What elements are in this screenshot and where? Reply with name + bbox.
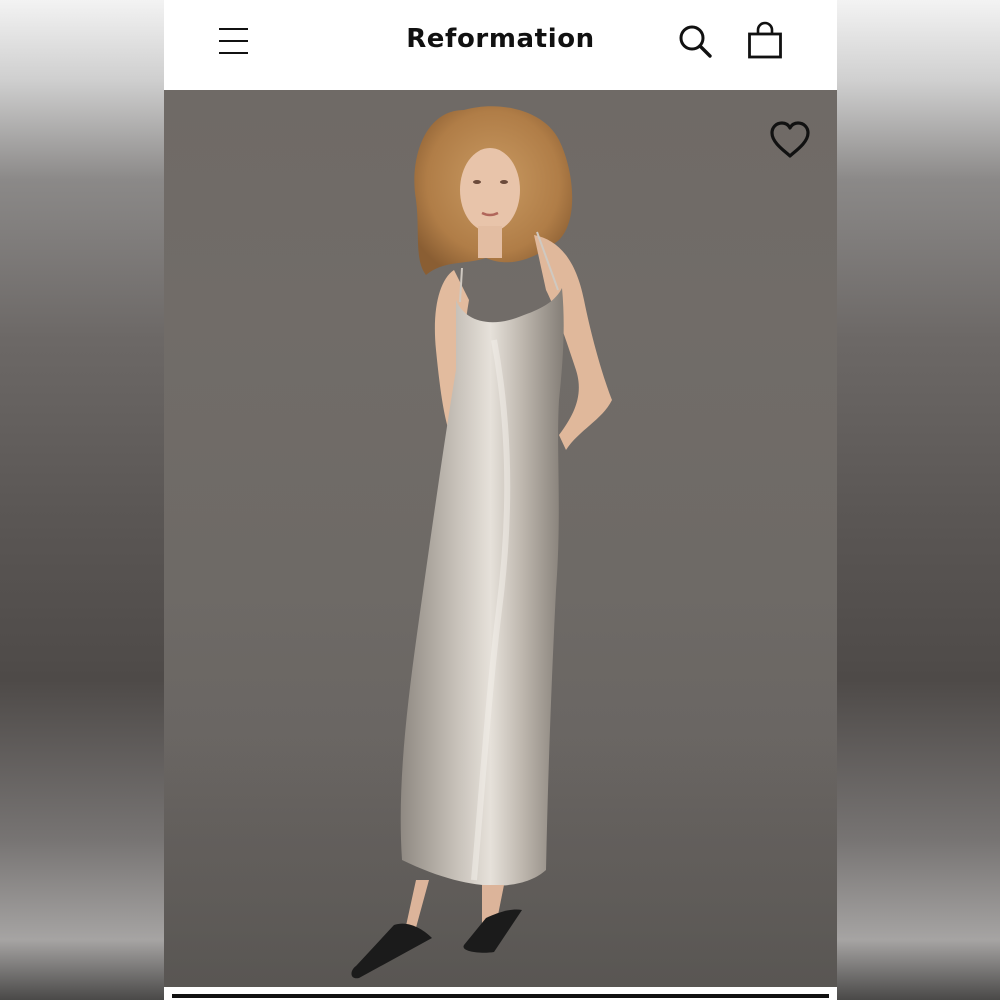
blurred-backdrop-left [0,0,164,1000]
app-screen: Reformation [164,0,837,1000]
search-icon[interactable] [676,22,716,62]
shopping-bag-icon[interactable] [745,20,785,62]
bottom-edge [164,987,837,1000]
bottom-divider [172,994,829,998]
hamburger-menu-icon[interactable] [214,24,254,60]
product-image[interactable] [164,90,837,987]
brand-logo-container: Reformation [164,24,837,54]
top-navigation-bar: Reformation [164,0,837,90]
blurred-backdrop-right [837,0,1000,1000]
model-in-silver-slip-dress [164,106,837,987]
heart-outline-icon[interactable] [766,118,814,162]
brand-logo[interactable]: Reformation [406,24,595,54]
